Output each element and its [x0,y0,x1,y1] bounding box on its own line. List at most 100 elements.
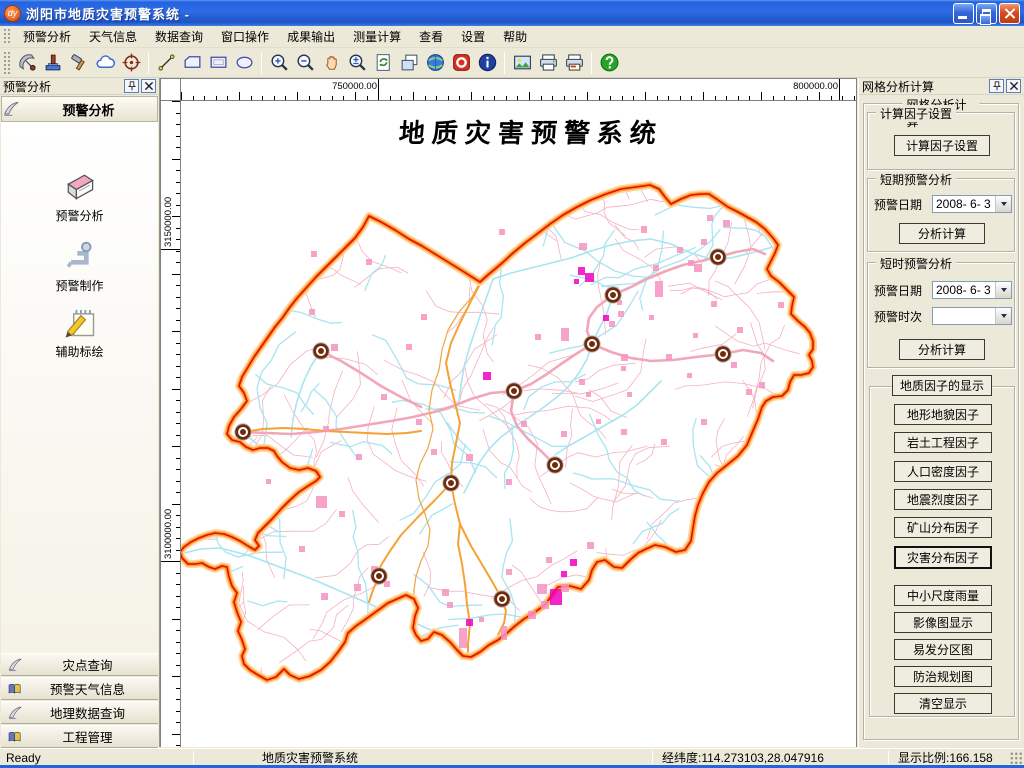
pan-hand-button[interactable] [318,50,344,76]
zoom-extent-button[interactable] [344,50,370,76]
short-time-legend: 短时预警分析 [876,255,956,272]
menu-gripper[interactable] [3,28,11,45]
map-document: 750000.00800000.00 3150000.003100000.00 [160,78,857,747]
disaster-point[interactable] [547,457,563,473]
disaster-point[interactable] [584,336,600,352]
disaster-point[interactable] [443,475,459,491]
disaster-point[interactable] [313,343,329,359]
zoom-out-button[interactable] [292,50,318,76]
disaster-point[interactable] [494,591,510,607]
disaster-point[interactable] [605,287,621,303]
sidebar-item-辅助标绘[interactable]: 辅助标绘 [1,304,158,360]
factor-button-人口密度因子[interactable]: 人口密度因子 [894,461,992,482]
print-preview-button[interactable] [561,50,587,76]
factor-display-header-button[interactable]: 地质因子的显示 [892,375,992,396]
short-term-analyze-button[interactable]: 分析计算 [899,223,985,244]
ellipse-tool-button[interactable] [231,50,257,76]
image-icon [512,52,533,73]
refresh-button[interactable] [370,50,396,76]
sidebar-item-预警制作[interactable]: 预警制作 [1,238,158,294]
zoom-in-button[interactable] [266,50,292,76]
short-time-date-row: 预警日期 2008- 6- 3 [874,281,1012,299]
combo-arrow-button[interactable] [995,196,1011,212]
left-panel-section-header[interactable]: 预警分析 [1,96,158,122]
disaster-point[interactable] [710,249,726,265]
print-button[interactable] [535,50,561,76]
zoom-in-icon [269,52,290,73]
combo-arrow-button[interactable] [995,308,1011,324]
extra-button-易发分区图[interactable]: 易发分区图 [894,639,992,660]
line-tool-button[interactable] [153,50,179,76]
date-value: 2008- 6- 3 [933,197,995,211]
short-time-analyze-button[interactable]: 分析计算 [899,339,985,360]
close-button[interactable] [999,3,1020,24]
sidebar-bar-label: 预警天气信息 [23,679,152,698]
left-panel-content: 预警分析预警制作辅助标绘 [1,122,158,653]
menu-item[interactable]: 成果输出 [278,25,344,48]
extra-button-清空显示[interactable]: 清空显示 [894,693,992,714]
stamp-button[interactable] [40,50,66,76]
factor-button-岩土工程因子[interactable]: 岩土工程因子 [894,432,992,453]
left-panel-close-button[interactable] [141,79,156,93]
factor-button-地形地貌因子[interactable]: 地形地貌因子 [894,404,992,425]
quill-icon [7,657,23,673]
toolbar-gripper[interactable] [3,51,11,74]
sidebar-item-预警分析[interactable]: 预警分析 [1,168,158,224]
menu-item[interactable]: 窗口操作 [212,25,278,48]
app-icon: dy [4,5,21,22]
sidebar-bar-地理数据查询[interactable]: 地理数据查询 [1,701,158,724]
polygon-tool-button[interactable] [179,50,205,76]
sidebar-bar-灾点查询[interactable]: 灾点查询 [1,653,158,676]
menu-item[interactable]: 预警分析 [14,25,80,48]
status-system-name: 地质灾害预警系统 [256,749,646,766]
sidebar-bar-预警天气信息[interactable]: 预警天气信息 [1,677,158,700]
disaster-point[interactable] [235,424,251,440]
toolbar [0,48,1024,78]
restore-button[interactable] [976,3,997,24]
disaster-point[interactable] [506,383,522,399]
menu-item[interactable]: 查看 [410,25,452,48]
pin-button[interactable] [124,79,139,93]
factor-button-地震烈度因子[interactable]: 地震烈度因子 [894,489,992,510]
refresh-icon [373,52,394,73]
globe-icon [425,52,446,73]
help-button[interactable] [596,50,622,76]
satellite-dish-button[interactable] [14,50,40,76]
target-button[interactable] [118,50,144,76]
right-panel-close-button[interactable] [1006,79,1021,93]
layers-button[interactable] [396,50,422,76]
short-time-date-combobox[interactable]: 2008- 6- 3 [932,281,1012,299]
menu-item[interactable]: 测量计算 [344,25,410,48]
close-icon [1008,80,1020,92]
stop-button[interactable] [448,50,474,76]
ruler-corner [161,79,181,101]
extra-button-影像图显示[interactable]: 影像图显示 [894,612,992,633]
image-button[interactable] [509,50,535,76]
pin-button[interactable] [989,79,1004,93]
short-term-date-combobox[interactable]: 2008- 6- 3 [932,195,1012,213]
hammer-button[interactable] [66,50,92,76]
sidebar-bar-label: 地理数据查询 [23,703,152,722]
factor-button-矿山分布因子[interactable]: 矿山分布因子 [894,517,992,538]
minimize-button[interactable] [953,3,974,24]
combo-arrow-button[interactable] [995,282,1011,298]
disaster-point[interactable] [715,346,731,362]
cloud-button[interactable] [92,50,118,76]
menu-item[interactable]: 设置 [452,25,494,48]
extra-button-中小尺度雨量[interactable]: 中小尺度雨量 [894,585,992,606]
resize-grip[interactable] [1010,752,1023,765]
short-time-times-combobox[interactable] [932,307,1012,325]
factor-setting-button[interactable]: 计算因子设置 [894,135,990,156]
extra-button-防治规划图[interactable]: 防治规划图 [894,666,992,687]
factor-button-灾害分布因子[interactable]: 灾害分布因子 [894,546,992,569]
rectangle-tool-button[interactable] [205,50,231,76]
disaster-point[interactable] [371,568,387,584]
left-panel-header: 预警分析 [0,78,159,95]
info-button[interactable] [474,50,500,76]
map-canvas[interactable] [181,101,856,747]
sidebar-bar-工程管理[interactable]: 工程管理 [1,725,158,748]
menu-item[interactable]: 数据查询 [146,25,212,48]
menu-item[interactable]: 天气信息 [80,25,146,48]
globe-button[interactable] [422,50,448,76]
menu-item[interactable]: 帮助 [494,25,536,48]
